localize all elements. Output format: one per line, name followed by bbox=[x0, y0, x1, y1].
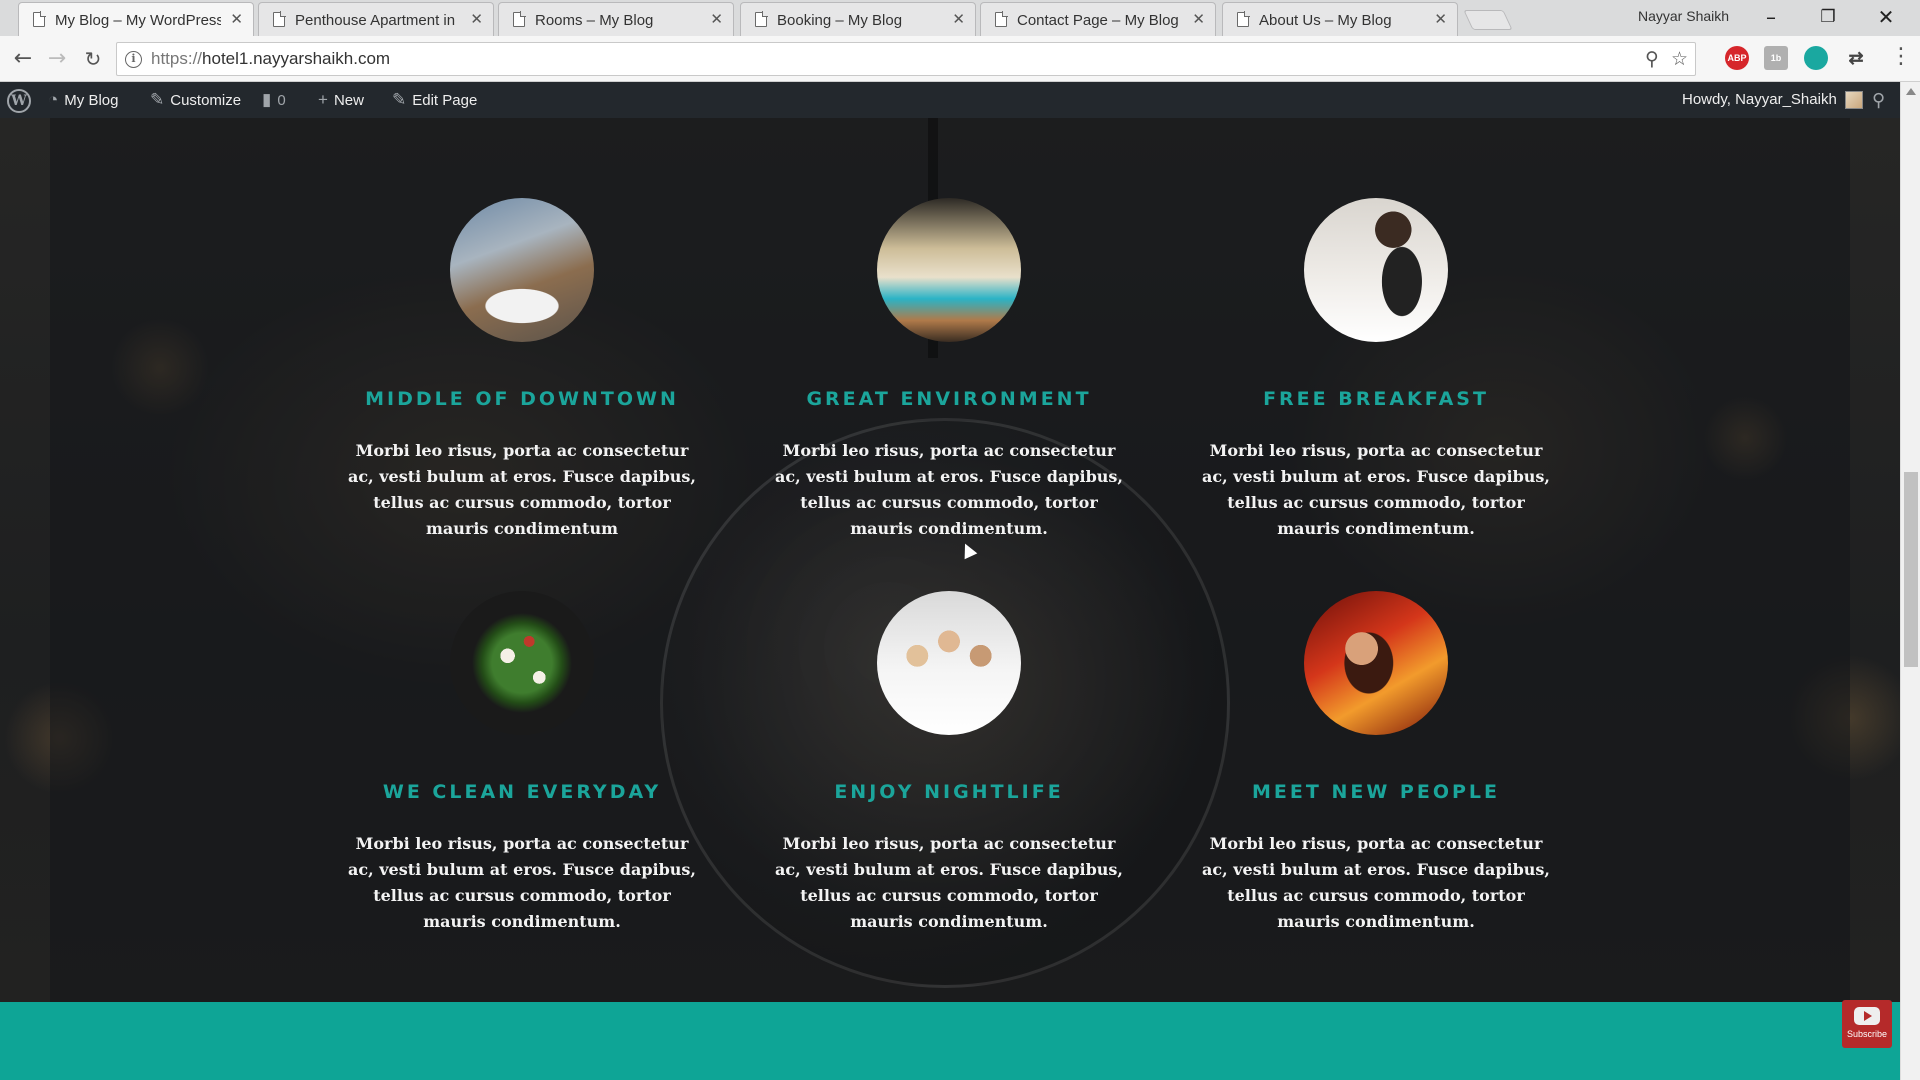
wordpress-logo-icon[interactable]: W bbox=[7, 89, 31, 113]
pencil-icon: ✎ bbox=[392, 90, 407, 109]
new-tab-button[interactable] bbox=[1463, 10, 1513, 30]
site-name: My Blog bbox=[64, 92, 119, 109]
address-bar[interactable]: i https://hotel1.nayyarshaikh.com ⚲ ☆ bbox=[116, 42, 1696, 76]
edit-page-label: Edit Page bbox=[412, 92, 478, 109]
browser-menu-icon[interactable]: ⋮ bbox=[1890, 44, 1912, 69]
avatar bbox=[1844, 91, 1863, 110]
scroll-up-arrow-icon[interactable] bbox=[1906, 88, 1916, 95]
restore-icon[interactable]: ❐ bbox=[1800, 0, 1856, 34]
page-icon bbox=[513, 11, 526, 27]
tab-title: About Us – My Blog bbox=[1259, 12, 1392, 29]
zoom-icon[interactable]: ⚲ bbox=[1645, 48, 1659, 70]
feature-text: Morbi leo risus, porta ac consectetur ac… bbox=[775, 441, 1123, 538]
feature-text: Morbi leo risus, porta ac consectetur ac… bbox=[775, 834, 1123, 931]
youtube-icon bbox=[1854, 1007, 1880, 1025]
extension-circle-icon[interactable] bbox=[1804, 46, 1828, 70]
admin-new-link[interactable]: + New bbox=[318, 82, 364, 118]
tab-title: Booking – My Blog bbox=[777, 12, 903, 29]
subscribe-label: Subscribe bbox=[1846, 1029, 1888, 1039]
youtube-subscribe-button[interactable]: Subscribe bbox=[1842, 1000, 1892, 1048]
tab-booking[interactable]: Booking – My Blog ✕ bbox=[740, 2, 976, 36]
close-icon[interactable]: ✕ bbox=[470, 11, 483, 27]
feature-text: Morbi leo risus, porta ac consectetur ac… bbox=[348, 834, 696, 931]
tab-title: Contact Page – My Blog bbox=[1017, 12, 1179, 29]
footer-teal-band bbox=[0, 1002, 1900, 1080]
admin-edit-page-link[interactable]: ✎ Edit Page bbox=[392, 82, 477, 118]
minimize-icon[interactable]: – bbox=[1743, 0, 1799, 34]
cast-icon[interactable]: ⇄ bbox=[1844, 46, 1868, 70]
browser-toolbar: ← → ↻ i https://hotel1.nayyarshaikh.com … bbox=[0, 36, 1920, 82]
customize-label: Customize bbox=[170, 92, 242, 109]
url-host: hotel1.nayyarshaikh.com bbox=[202, 49, 391, 68]
admin-search-icon[interactable]: ⚲ bbox=[1872, 82, 1885, 118]
room-pool-photo bbox=[877, 198, 1021, 342]
admin-comments-link[interactable]: ▮ 0 bbox=[262, 82, 286, 118]
page-icon bbox=[1237, 11, 1250, 27]
page-icon bbox=[755, 11, 768, 27]
party-woman-photo bbox=[1304, 591, 1448, 735]
page-content: MIDDLE OF DOWNTOWN Morbi leo risus, port… bbox=[0, 118, 1900, 1080]
page-scrollbar[interactable] bbox=[1900, 82, 1920, 1080]
close-icon[interactable]: ✕ bbox=[1192, 11, 1205, 27]
feature-title: GREAT ENVIRONMENT bbox=[806, 388, 1092, 410]
tab-title: Rooms – My Blog bbox=[535, 12, 654, 29]
housekeeper-photo bbox=[1304, 198, 1448, 342]
plus-icon: + bbox=[318, 90, 328, 109]
feature-title: FREE BREAKFAST bbox=[1263, 388, 1489, 410]
bookmark-star-icon[interactable]: ☆ bbox=[1671, 48, 1688, 70]
dashboard-icon: ◔ bbox=[48, 90, 59, 109]
tab-title: Penthouse Apartment in bbox=[295, 12, 456, 29]
feature-title: ENJOY NIGHTLIFE bbox=[834, 781, 1064, 803]
tab-contact[interactable]: Contact Page – My Blog ✕ bbox=[980, 2, 1216, 36]
info-icon[interactable]: i bbox=[125, 51, 142, 68]
extension-1b-icon[interactable]: 1b bbox=[1764, 46, 1788, 70]
admin-site-link[interactable]: ◔ My Blog bbox=[48, 82, 118, 118]
car-street-photo bbox=[450, 198, 594, 342]
friends-photo bbox=[877, 591, 1021, 735]
comments-count: 0 bbox=[277, 92, 286, 109]
admin-account-menu[interactable]: Howdy, Nayyar_Shaikh bbox=[1682, 82, 1863, 118]
tab-about[interactable]: About Us – My Blog ✕ bbox=[1222, 2, 1458, 36]
page-icon bbox=[33, 11, 46, 27]
comment-icon: ▮ bbox=[262, 90, 272, 109]
howdy-label: Howdy, Nayyar_Shaikh bbox=[1682, 91, 1837, 108]
url-text[interactable]: https://hotel1.nayyarshaikh.com bbox=[151, 49, 390, 69]
tab-rooms[interactable]: Rooms – My Blog ✕ bbox=[498, 2, 734, 36]
brush-icon: ✎ bbox=[150, 90, 165, 109]
tab-title: My Blog – My WordPress bbox=[55, 12, 221, 29]
window-close-icon[interactable]: ✕ bbox=[1858, 0, 1914, 34]
page-icon bbox=[995, 11, 1008, 27]
profile-name[interactable]: Nayyar Shaikh bbox=[1638, 8, 1729, 24]
close-icon[interactable]: ✕ bbox=[952, 11, 965, 27]
page-icon bbox=[273, 11, 286, 27]
close-icon[interactable]: ✕ bbox=[230, 11, 243, 27]
new-label: New bbox=[333, 92, 364, 109]
browser-tab-strip: My Blog – My WordPress ✕ Penthouse Apart… bbox=[0, 0, 1920, 36]
wp-admin-bar: W ◔ My Blog ✎ Customize ▮ 0 + New ✎ Edit Page… bbox=[0, 82, 1920, 118]
url-scheme: https:// bbox=[151, 49, 203, 68]
forward-icon[interactable]: → bbox=[42, 44, 72, 74]
adblock-icon[interactable]: ABP bbox=[1725, 46, 1749, 70]
tab-my-blog[interactable]: My Blog – My WordPress ✕ bbox=[18, 2, 254, 36]
admin-customize-link[interactable]: ✎ Customize bbox=[150, 82, 241, 118]
scrollbar-thumb[interactable] bbox=[1904, 472, 1918, 667]
feature-text: Morbi leo risus, porta ac consectetur ac… bbox=[1202, 834, 1550, 931]
close-icon[interactable]: ✕ bbox=[710, 11, 723, 27]
feature-title: MIDDLE OF DOWNTOWN bbox=[365, 388, 679, 410]
back-icon[interactable]: ← bbox=[8, 44, 38, 74]
close-icon[interactable]: ✕ bbox=[1434, 11, 1447, 27]
reload-icon[interactable]: ↻ bbox=[78, 44, 108, 74]
tab-penthouse[interactable]: Penthouse Apartment in ✕ bbox=[258, 2, 494, 36]
feature-text: Morbi leo risus, porta ac consectetur ac… bbox=[1202, 441, 1550, 538]
salad-photo bbox=[450, 591, 594, 735]
feature-text: Morbi leo risus, porta ac consectetur ac… bbox=[348, 441, 696, 538]
feature-title: MEET NEW PEOPLE bbox=[1252, 781, 1500, 803]
feature-title: WE CLEAN EVERYDAY bbox=[382, 781, 662, 803]
